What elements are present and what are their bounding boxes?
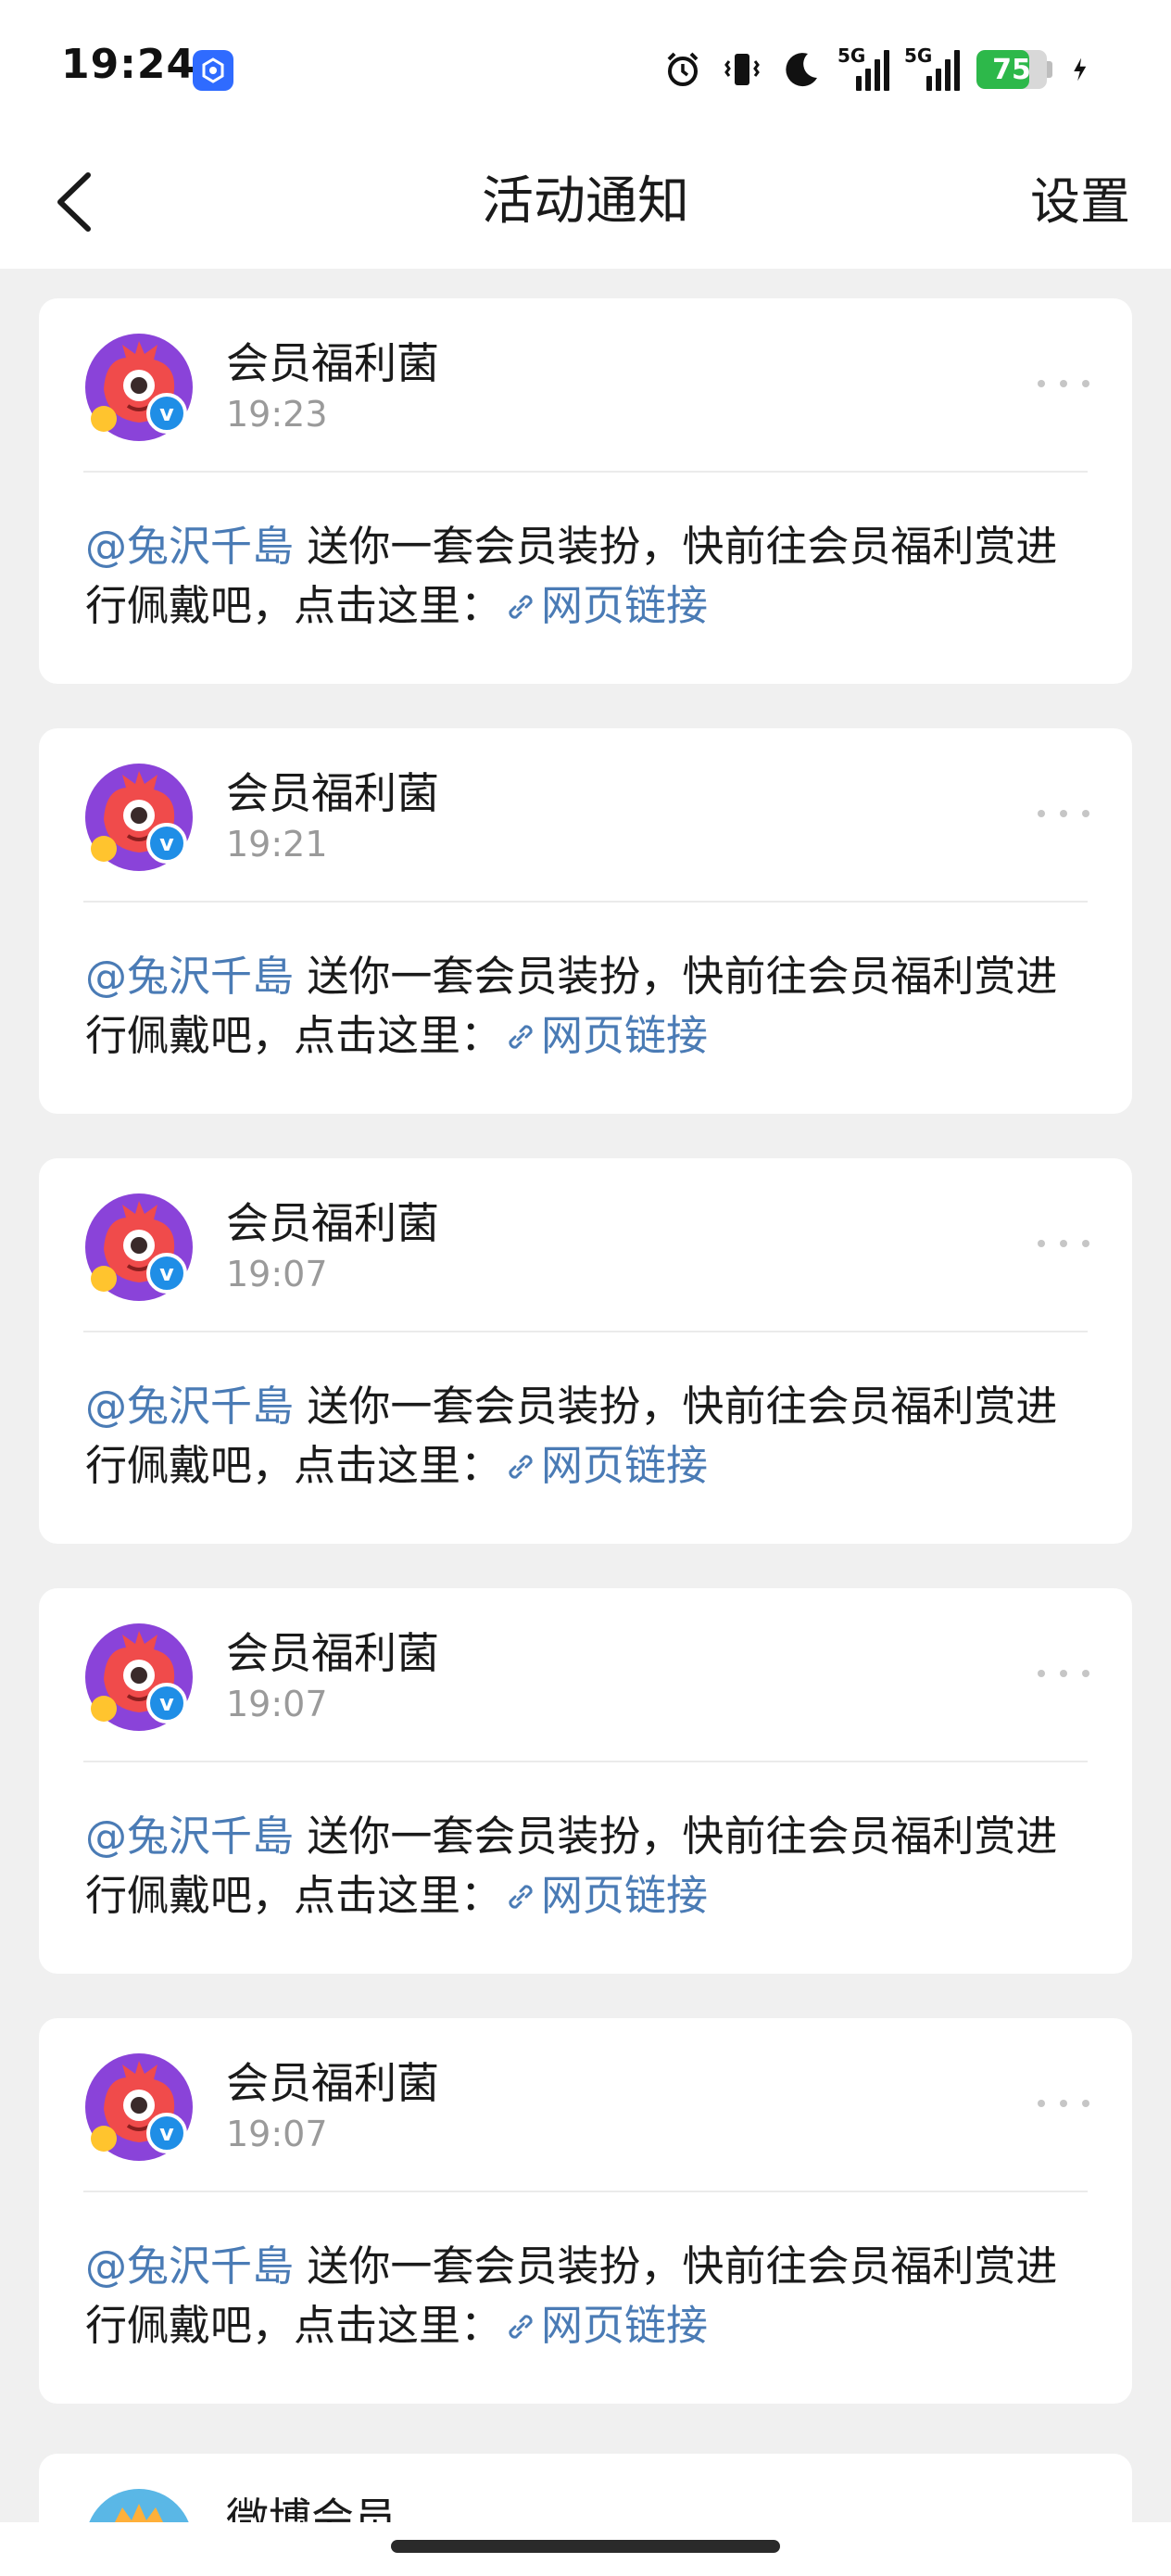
battery-cap [1047,61,1052,78]
signal-tag: 5G [904,44,933,67]
moon-icon [786,53,817,87]
web-link-label[interactable]: 网页链接 [541,1871,708,1920]
more-options-button[interactable] [1038,374,1089,393]
verified-badge-icon: v [146,1253,187,1294]
signal-5g-icon: 5G [904,44,960,91]
verified-badge-icon: v [146,823,187,864]
settings-button[interactable]: 设置 [1030,165,1130,239]
user-mention-link[interactable]: @兔沢千島 [85,1382,294,1431]
divider [83,1761,1088,1762]
notification-card[interactable]: 微博会员 [39,2454,1132,2530]
divider [83,471,1088,473]
web-link-label[interactable]: 网页链接 [541,1441,708,1490]
notification-card[interactable]: v 会员福利菌 19:07 @兔沢千島 送你一套会员装扮，快前往会员福利赏进行佩… [39,1588,1132,1974]
sender-name[interactable]: 会员福利菌 [226,765,439,821]
more-options-button[interactable] [1038,2094,1089,2113]
sender-name[interactable]: 会员福利菌 [226,1195,439,1251]
user-mention-link[interactable]: @兔沢千島 [85,1812,294,1861]
web-link-label[interactable]: 网页链接 [541,2301,708,2350]
page-title: 活动通知 [482,171,689,232]
notification-text: @兔沢千島 送你一套会员装扮，快前往会员福利赏进行佩戴吧，点击这里： 网页链接 [85,2237,1077,2355]
user-mention-link[interactable]: @兔沢千島 [85,952,294,1001]
signal-tag: 5G [837,44,866,67]
web-link-label[interactable]: 网页链接 [541,1011,708,1060]
link-icon [509,595,533,619]
link-icon [509,1455,533,1479]
notification-list[interactable]: v 会员福利菌 19:23 @兔沢千島 送你一套会员装扮，快前往会员福利赏进行佩… [0,269,1171,2530]
charging-icon [1074,57,1087,82]
sender-name[interactable]: 会员福利菌 [226,2055,439,2111]
battery-icon: 75 [976,50,1047,89]
notification-card[interactable]: v 会员福利菌 19:21 @兔沢千島 送你一套会员装扮，快前往会员福利赏进行佩… [39,728,1132,1114]
activity-notifications-screen: 19:24 5G 5G 75 活动通知 设置 v 会员福利菌 19:23 @兔沢… [0,0,1171,2576]
status-icons: 5G 5G 75 [661,44,1097,93]
web-link[interactable]: 网页链接 [502,1441,708,1490]
link-icon [509,1025,533,1049]
notification-card[interactable]: v 会员福利菌 19:07 @兔沢千島 送你一套会员装扮，快前往会员福利赏进行佩… [39,2018,1132,2404]
link-icon [509,2315,533,2339]
web-link[interactable]: 网页链接 [502,2301,708,2350]
vibrate-icon [724,54,760,85]
notification-card[interactable]: v 会员福利菌 19:07 @兔沢千島 送你一套会员装扮，快前往会员福利赏进行佩… [39,1158,1132,1544]
sent-time: 19:07 [226,2114,328,2154]
verified-badge-icon: v [146,393,187,434]
notification-text: @兔沢千島 送你一套会员装扮，快前往会员福利赏进行佩戴吧，点击这里： 网页链接 [85,1377,1077,1496]
sender-name[interactable]: 会员福利菌 [226,335,439,391]
web-link[interactable]: 网页链接 [502,1011,708,1060]
notification-text: @兔沢千島 送你一套会员装扮，快前往会员福利赏进行佩戴吧，点击这里： 网页链接 [85,517,1077,636]
more-options-button[interactable] [1038,1234,1089,1253]
web-link[interactable]: 网页链接 [502,1871,708,1920]
divider [83,1331,1088,1332]
more-options-button[interactable] [1038,804,1089,823]
user-mention-link[interactable]: @兔沢千島 [85,522,294,571]
verified-badge-icon: v [146,1683,187,1724]
notification-text: @兔沢千島 送你一套会员装扮，快前往会员福利赏进行佩戴吧，点击这里： 网页链接 [85,1807,1077,1926]
sender-name[interactable]: 会员福利菌 [226,1625,439,1681]
status-bar: 19:24 5G 5G 75 [0,0,1171,137]
navigation-header: 活动通知 设置 [0,137,1171,269]
app-icon [193,50,233,91]
notification-card[interactable]: v 会员福利菌 19:23 @兔沢千島 送你一套会员装扮，快前往会员福利赏进行佩… [39,298,1132,684]
home-indicator[interactable] [391,2540,780,2553]
link-icon [509,1885,533,1909]
status-time: 19:24 [61,41,196,88]
sent-time: 19:07 [226,1684,328,1724]
signal-5g-icon: 5G [837,44,889,91]
notification-text: @兔沢千島 送你一套会员装扮，快前往会员福利赏进行佩戴吧，点击这里： 网页链接 [85,947,1077,1066]
alarm-icon [667,52,699,86]
more-options-button[interactable] [1038,1664,1089,1683]
sent-time: 19:21 [226,824,328,865]
verified-badge-icon: v [146,2113,187,2153]
sent-time: 19:23 [226,394,328,435]
web-link-label[interactable]: 网页链接 [541,581,708,630]
user-mention-link[interactable]: @兔沢千島 [85,2241,294,2291]
battery-level: 75 [992,53,1031,86]
sent-time: 19:07 [226,1254,328,1294]
divider [83,901,1088,903]
web-link[interactable]: 网页链接 [502,581,708,630]
divider [83,2191,1088,2192]
